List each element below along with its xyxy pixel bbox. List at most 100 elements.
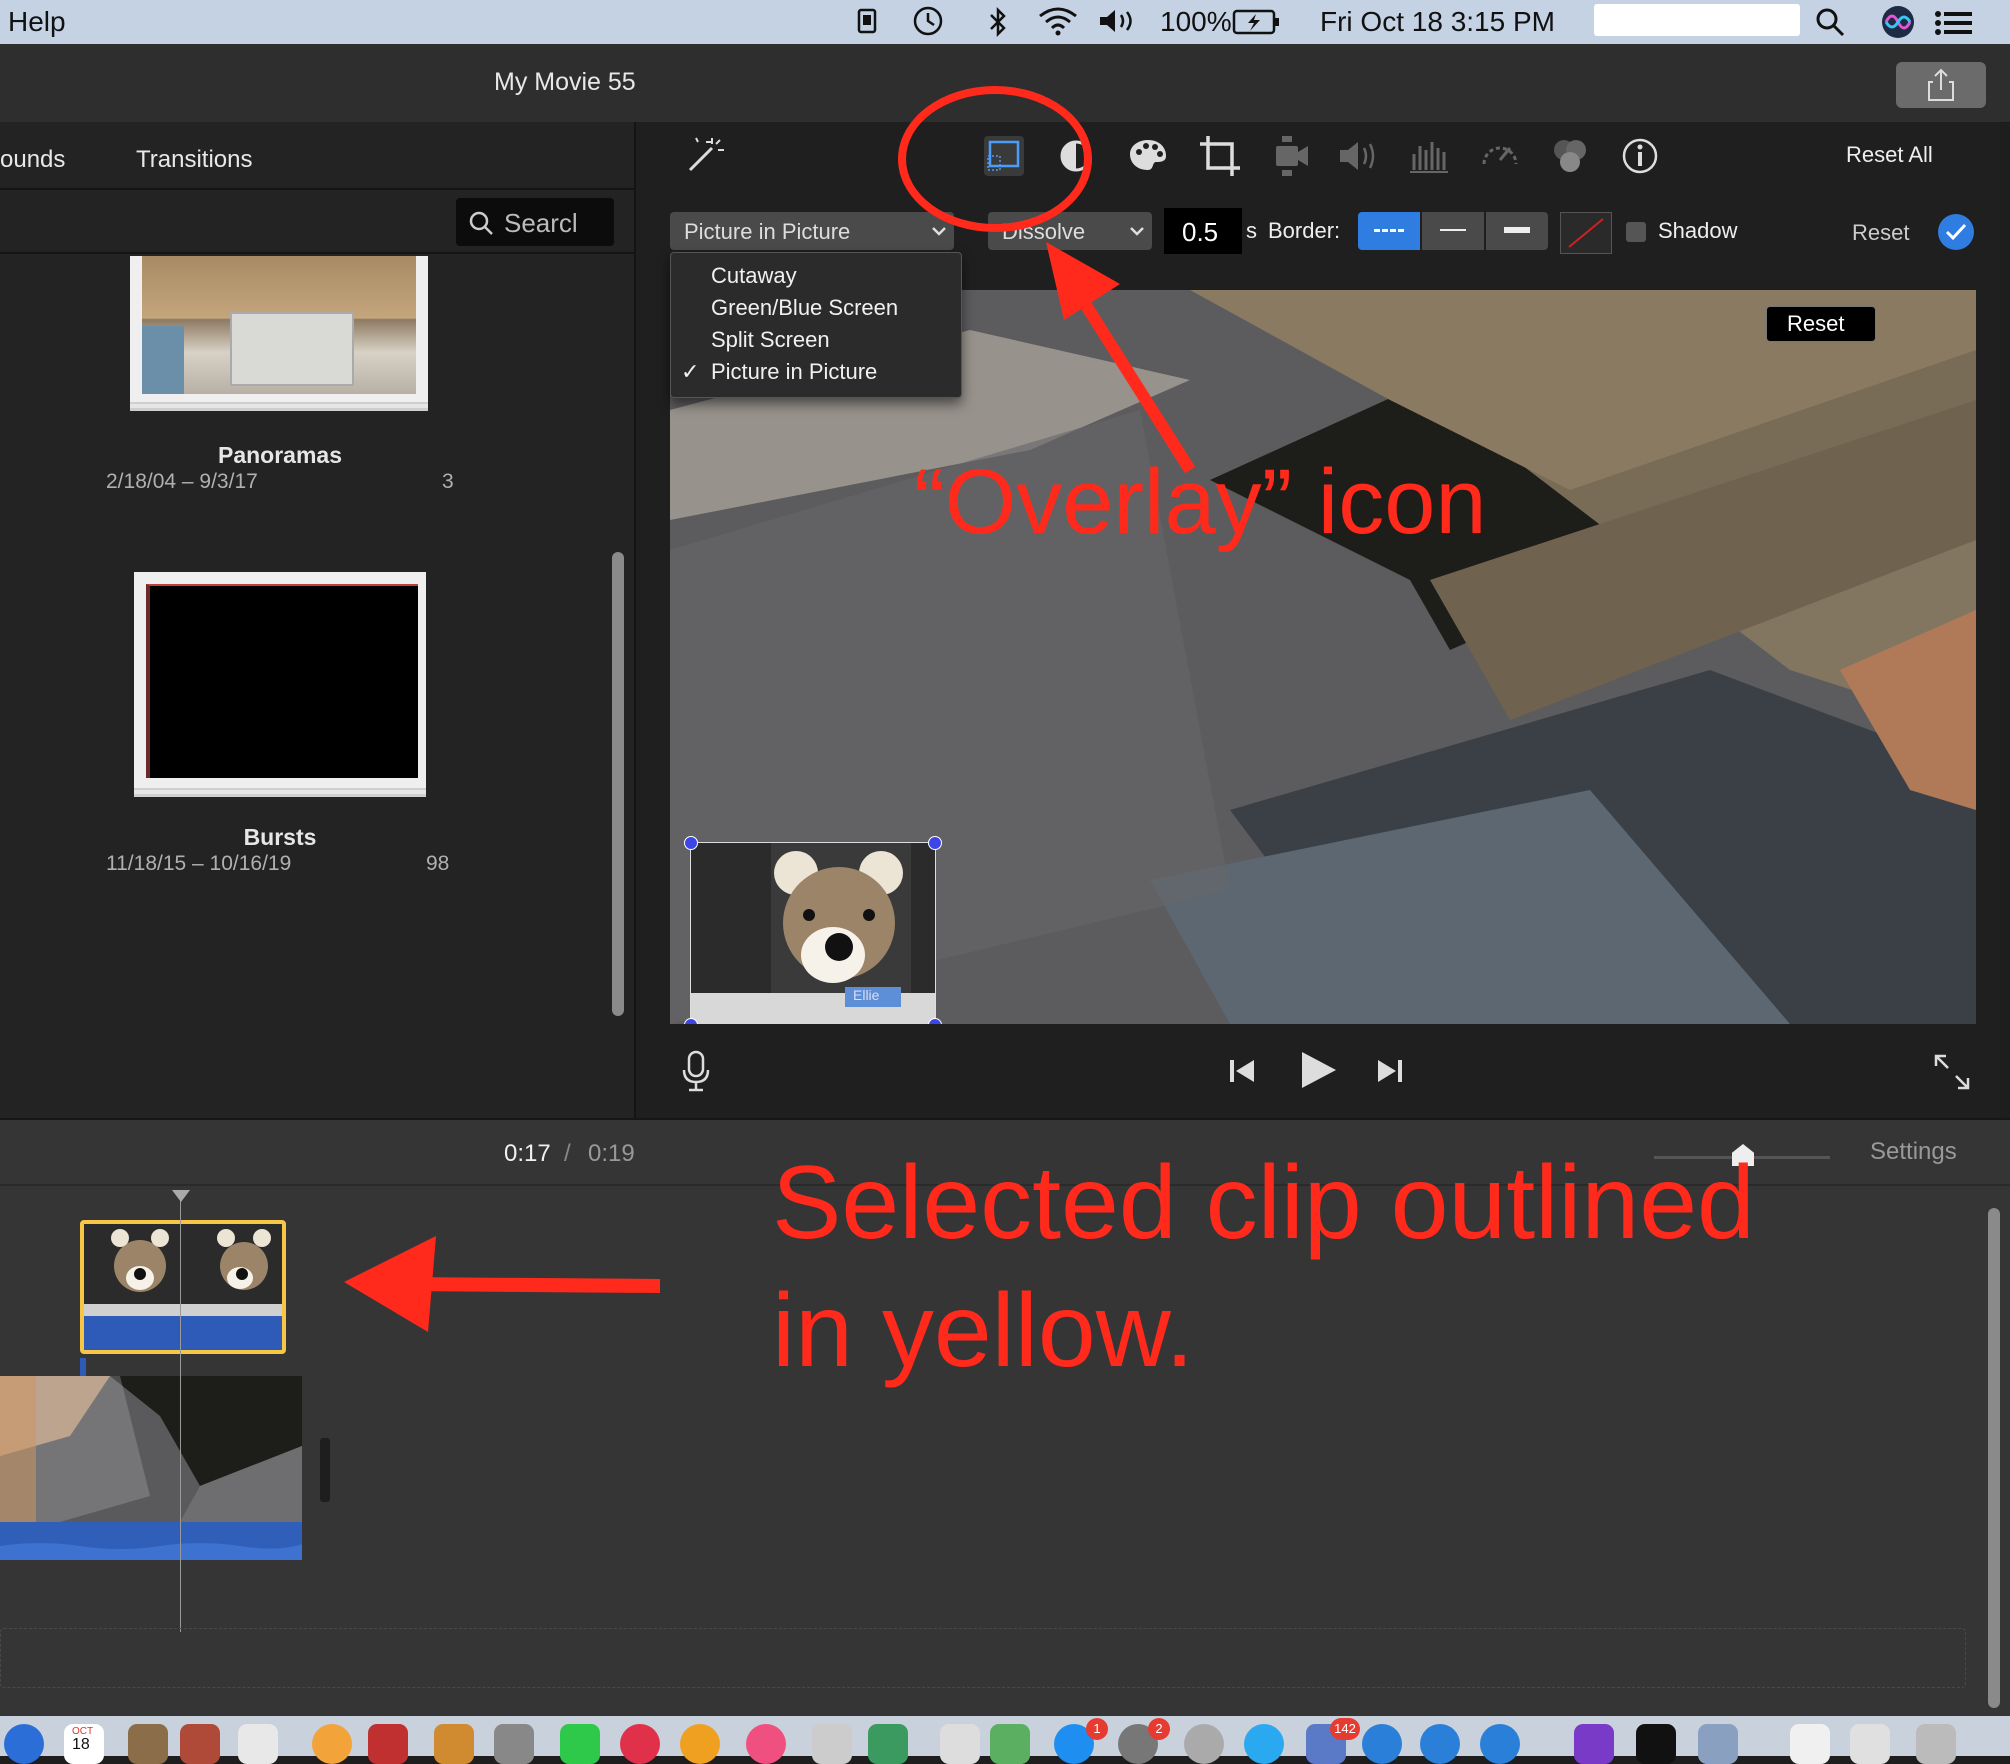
reset-button[interactable]: Reset [1852,220,1909,246]
skip-forward-icon[interactable] [1374,1054,1406,1088]
border-dashed-button[interactable] [1358,212,1420,250]
badge: 2 [1148,1718,1170,1740]
magic-wand-icon[interactable] [682,134,726,178]
video-preview[interactable]: Reset Ellie [670,290,1976,1024]
annotation-arrow-left-icon [344,1236,661,1332]
document-icon[interactable] [1790,1724,1830,1764]
browser-scrollbar[interactable] [612,552,624,1016]
tab-transitions[interactable]: Transitions [136,146,252,174]
volume-icon[interactable] [1336,134,1380,178]
keychain-icon[interactable] [856,6,878,36]
app-icon[interactable] [1698,1724,1738,1764]
safari-icon[interactable] [1244,1724,1284,1764]
app-icon[interactable] [238,1724,278,1764]
resize-handle[interactable] [684,836,698,850]
menu-help[interactable]: Help [8,6,66,38]
microphone-icon[interactable] [680,1050,712,1094]
bluetooth-icon[interactable] [986,6,1010,38]
skip-back-icon[interactable] [1226,1054,1258,1088]
maps-icon[interactable] [990,1724,1030,1764]
time-machine-icon[interactable] [908,4,948,38]
stabilization-icon[interactable] [1268,134,1312,178]
app-icon[interactable] [1420,1724,1460,1764]
speed-icon[interactable] [1478,134,1522,178]
facetime-icon[interactable] [560,1724,600,1764]
app-icon[interactable] [868,1724,908,1764]
spotlight-icon[interactable] [1814,6,1848,38]
photo-booth-icon[interactable] [368,1724,408,1764]
music-icon[interactable] [746,1724,786,1764]
selected-overlay-clip[interactable] [80,1220,286,1354]
menu-clock[interactable]: Fri Oct 18 3:15 PM [1320,6,1555,38]
app-icon[interactable] [1362,1724,1402,1764]
clip-thumbnails [84,1224,282,1316]
timeline-scrollbar[interactable] [1988,1208,2000,1708]
filter-icon[interactable] [1548,134,1592,178]
info-icon[interactable] [1618,134,1662,178]
document-icon[interactable] [1850,1724,1890,1764]
picture-in-picture-window[interactable]: Ellie [684,836,942,1024]
main-clip[interactable] [0,1376,302,1560]
album-thumbnail-panoramas[interactable] [130,256,428,402]
reset-all-button[interactable]: Reset All [1846,142,1933,168]
books-icon[interactable] [680,1724,720,1764]
app-icon[interactable] [180,1724,220,1764]
album-name: Bursts [243,824,317,850]
overlay-style-value: Picture in Picture [684,219,851,244]
album-thumbnail-bursts[interactable] [134,572,426,788]
divider [0,252,634,254]
app-icon[interactable] [494,1724,534,1764]
overlay-style-select[interactable]: Picture in Picture [670,212,954,250]
finder-icon[interactable] [4,1724,44,1764]
play-icon[interactable] [1296,1048,1340,1092]
menu-search-field[interactable] [1594,4,1800,36]
photos-icon[interactable] [312,1724,352,1764]
badge: 1 [1086,1718,1108,1740]
imovie-icon[interactable] [1574,1724,1614,1764]
clip-drag-handle[interactable] [320,1438,330,1502]
volume-menu-icon[interactable] [1096,6,1142,36]
battery-icon[interactable] [1232,8,1282,36]
menu-item-green-blue-screen[interactable]: Green/Blue Screen [711,295,898,321]
app-icon[interactable] [1480,1724,1520,1764]
siri-icon[interactable] [1880,4,1916,40]
battery-percent: 100% [1160,6,1232,37]
album-count: 98 [426,852,450,875]
trash-icon[interactable] [1916,1724,1956,1764]
fullscreen-icon[interactable] [1932,1052,1972,1092]
menu-item-picture-in-picture[interactable]: Picture in Picture [711,359,877,385]
app-icon[interactable] [128,1724,168,1764]
checkmark-icon [1945,223,1967,241]
crop-icon[interactable] [1198,134,1242,178]
menu-item-cutaway[interactable]: Cutaway [711,263,797,289]
menu-item-split-screen[interactable]: Split Screen [711,327,830,353]
calendar-icon[interactable]: OCT 18 [64,1724,104,1764]
palette-icon[interactable] [1126,134,1170,178]
border-thick-button[interactable] [1486,212,1548,250]
apply-button[interactable] [1938,214,1974,250]
timeline-settings-button[interactable]: Settings [1870,1138,1957,1166]
album-name: Panoramas [217,442,342,468]
app-icon[interactable] [1184,1724,1224,1764]
overlay-style-menu: Cutaway Green/Blue Screen Split Screen ✓… [670,252,962,398]
app-icon[interactable] [940,1724,980,1764]
calendar-day: 18 [72,1736,90,1753]
share-button[interactable] [1896,62,1986,108]
terminal-icon[interactable] [1636,1724,1676,1764]
audio-lane[interactable] [0,1628,1966,1688]
shadow-checkbox[interactable] [1626,222,1646,242]
preview-reset-button[interactable]: Reset [1766,306,1876,342]
equalizer-icon[interactable] [1408,134,1452,178]
notification-center-icon[interactable] [1934,10,1974,36]
wifi-icon[interactable] [1036,6,1080,36]
app-icon[interactable] [812,1724,852,1764]
search-input[interactable]: Searcl [456,198,614,246]
playhead[interactable] [180,1192,181,1632]
border-color-well[interactable] [1560,212,1612,254]
border-thin-button[interactable] [1422,212,1484,250]
tab-sounds[interactable]: ounds [0,146,65,174]
clip-thumbnails [0,1376,302,1560]
resize-handle[interactable] [928,836,942,850]
news-icon[interactable] [620,1724,660,1764]
app-icon[interactable] [434,1724,474,1764]
